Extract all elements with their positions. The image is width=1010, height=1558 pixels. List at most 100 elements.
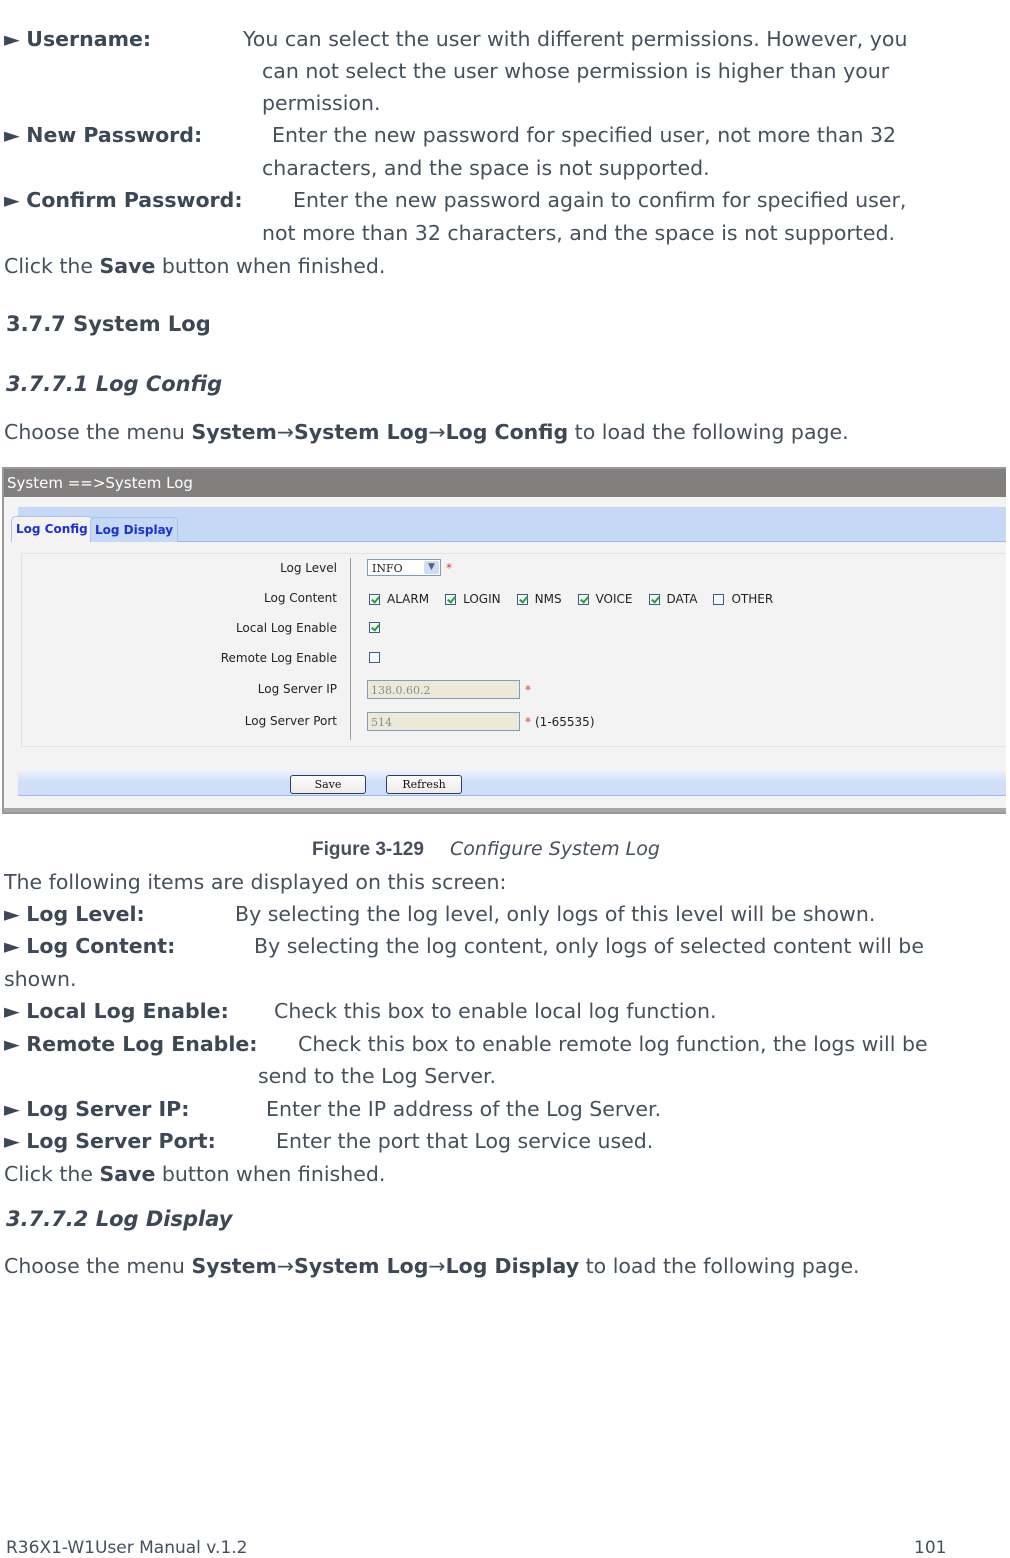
checkbox-nms[interactable]: NMS (516, 592, 562, 606)
tab-log-display[interactable]: Log Display (90, 517, 179, 542)
click-save-note: Click the Save button when finished. (4, 1158, 385, 1190)
note-bold: Save (99, 254, 156, 278)
local-log-enable-checkbox[interactable] (369, 622, 380, 633)
bullet-text: You can select the user with different p… (243, 27, 908, 51)
footer-page-number: 101 (914, 1538, 947, 1558)
note-text: Click the (4, 1162, 100, 1186)
bullet-label: Username: (26, 27, 152, 51)
bullet-local-log-enable: ► Local Log Enable: (4, 995, 229, 1027)
log-content-options: ALARM LOGIN NMS VOICE DATA OTHER (369, 592, 789, 606)
bullet-label: Log Server IP: (26, 1097, 190, 1121)
bullet-log-level: ► Log Level: (4, 898, 145, 930)
bullet-arrow-icon: ► (4, 123, 20, 147)
checkbox-checked-icon[interactable] (577, 593, 589, 605)
port-range-hint: (1-65535) (535, 714, 595, 729)
menu-path-item: System (191, 420, 277, 444)
field-control (369, 622, 387, 633)
footer-manual-title: R36X1-W1User Manual v.1.2 (6, 1538, 248, 1558)
bullet-log-server-port: ► Log Server Port: (4, 1125, 216, 1157)
bullet-text: permission. (262, 91, 381, 115)
note-text: button when finished. (155, 254, 386, 278)
refresh-button[interactable]: Refresh (386, 775, 462, 794)
bullet-text: Check this box to enable local log funct… (274, 999, 717, 1023)
note-text: button when finished. (155, 1162, 386, 1186)
bullet-arrow-icon: ► (4, 1129, 20, 1153)
checkbox-unchecked-icon[interactable] (713, 593, 725, 605)
checkbox-checked-icon[interactable] (648, 593, 660, 605)
tab-bar: Log Config Log Display (11, 507, 1006, 542)
row-log-server-port: Log Server Port 514 * (1-65535) (22, 707, 1006, 737)
menu-path-log-config: Choose the menu System→System Log→Log Co… (4, 416, 849, 448)
menu-path-item: System Log (294, 1254, 429, 1278)
bullet-text: Check this box to enable remote log func… (298, 1032, 928, 1056)
bullet-label: Log Level: (26, 902, 145, 926)
checkbox-label: DATA (666, 592, 698, 606)
bullet-arrow-icon: ► (4, 902, 20, 926)
arrow-right-icon: → (428, 1254, 446, 1278)
click-save-note: Click the Save button when finished. (4, 250, 385, 282)
bullet-confirm-password: ► Confirm Password: (4, 184, 243, 216)
checkbox-checked-icon[interactable] (516, 593, 528, 605)
field-label: Local Log Enable (235, 621, 337, 635)
log-config-form: Log Level INFO ▼ * Log Content ALARM LOG… (21, 553, 1006, 747)
caption-number: Figure 3-129 (312, 839, 424, 860)
log-level-select[interactable]: INFO ▼ (367, 559, 441, 576)
menu-path-log-display: Choose the menu System→System Log→Log Di… (4, 1250, 860, 1282)
breadcrumb: System ==>System Log (4, 469, 1006, 497)
bullet-text: can not select the user whose permission… (262, 59, 890, 83)
bullet-text: Enter the IP address of the Log Server. (266, 1097, 662, 1121)
chevron-down-icon: ▼ (424, 561, 439, 574)
required-asterisk: * (525, 714, 531, 729)
remote-log-enable-checkbox[interactable] (369, 652, 380, 663)
bullet-arrow-icon: ► (4, 1097, 20, 1121)
log-server-port-input[interactable]: 514 (367, 712, 520, 731)
checkbox-label: VOICE (595, 592, 633, 606)
menu-text: to load the following page. (579, 1254, 860, 1278)
checkbox-checked-icon[interactable] (369, 593, 380, 605)
bullet-label: Log Content: (26, 934, 176, 958)
save-button[interactable]: Save (290, 775, 366, 794)
field-label: Log Level (280, 561, 337, 575)
checkbox-checked-icon[interactable] (445, 593, 457, 605)
bullet-label: Log Server Port: (26, 1129, 216, 1153)
row-local-log-enable: Local Log Enable (22, 614, 1006, 644)
field-control (369, 652, 387, 663)
checkbox-label: ALARM (387, 592, 430, 606)
arrow-right-icon: → (276, 1254, 295, 1278)
menu-text: Choose the menu (4, 1254, 192, 1278)
items-intro: The following items are displayed on thi… (4, 870, 507, 894)
row-log-content: Log Content ALARM LOGIN NMS VOICE DATA O… (22, 584, 1006, 614)
section-heading: 3.7.7 System Log (6, 312, 211, 336)
checkbox-login[interactable]: LOGIN (445, 592, 501, 606)
log-server-ip-input[interactable]: 138.0.60.2 (367, 680, 520, 699)
required-asterisk: * (525, 682, 531, 697)
bullet-text: not more than 32 characters, and the spa… (262, 221, 896, 245)
bullet-text: By selecting the log level, only logs of… (235, 902, 876, 926)
checkbox-data[interactable]: DATA (648, 592, 698, 606)
subsection-heading-log-display: 3.7.7.2 Log Display (6, 1207, 233, 1231)
button-bar: Save Refresh (18, 771, 1006, 796)
menu-path-item: Log Display (445, 1254, 580, 1278)
bullet-text: characters, and the space is not support… (262, 156, 710, 180)
field-control: 138.0.60.2 * (367, 680, 531, 699)
bullet-text: send to the Log Server. (258, 1064, 497, 1088)
required-asterisk: * (446, 560, 452, 575)
field-label: Log Content (264, 591, 337, 605)
bullet-label: Confirm Password: (26, 188, 243, 212)
bullet-label: New Password: (26, 123, 203, 147)
bullet-arrow-icon: ► (4, 27, 20, 51)
checkbox-voice[interactable]: VOICE (577, 592, 633, 606)
field-label: Log Server Port (244, 714, 337, 728)
select-value: INFO (372, 562, 403, 575)
bullet-text: shown. (4, 967, 77, 991)
bullet-log-server-ip: ► Log Server IP: (4, 1093, 189, 1125)
menu-path-item: Log Config (445, 420, 569, 444)
tab-log-config[interactable]: Log Config (11, 516, 93, 542)
note-text: Click the (4, 254, 100, 278)
checkbox-other[interactable]: OTHER (713, 592, 773, 606)
bullet-label: Local Log Enable: (26, 999, 229, 1023)
note-bold: Save (99, 1162, 156, 1186)
bullet-label: Remote Log Enable: (26, 1032, 258, 1056)
bullet-new-password: ► New Password: (4, 119, 202, 151)
checkbox-alarm[interactable]: ALARM (369, 592, 429, 606)
